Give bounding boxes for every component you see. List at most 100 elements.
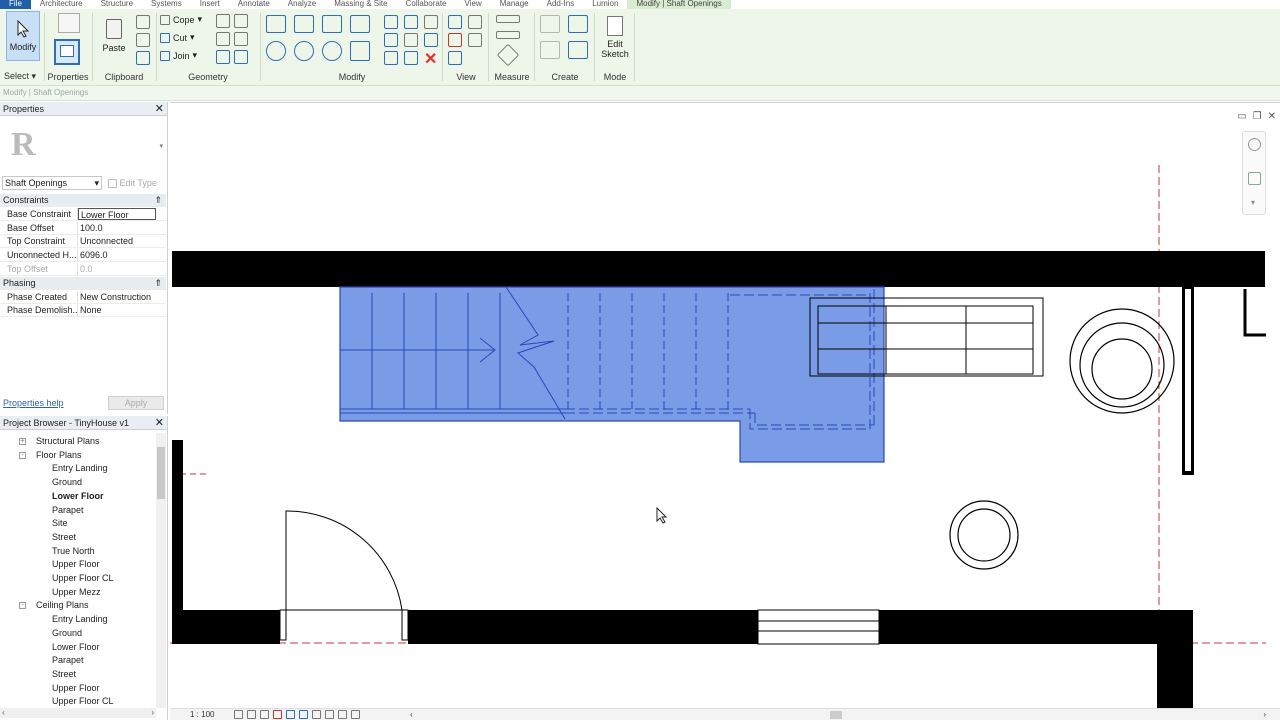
trim-extend-icon[interactable] — [350, 41, 370, 61]
collapse-icon[interactable]: - — [19, 602, 26, 610]
override-graphics-icon[interactable] — [468, 15, 482, 29]
close-view-icon[interactable]: ✕ — [1268, 111, 1276, 122]
bottom-wall-segment-1[interactable] — [172, 610, 280, 644]
drawing-area[interactable]: ▭ ❐ ✕ ▾ — [170, 102, 1280, 709]
split-gap-icon[interactable] — [404, 15, 418, 29]
split-face-icon[interactable] — [234, 14, 248, 28]
visual-style-icon[interactable] — [247, 710, 256, 719]
browser-vertical-scrollbar[interactable] — [156, 433, 166, 708]
beam-join-icon[interactable] — [216, 50, 230, 64]
type-selector[interactable]: R ▾ — [3, 120, 165, 176]
rotate-icon[interactable] — [322, 41, 342, 61]
browser-item[interactable]: Ground — [52, 627, 82, 640]
tab-systems[interactable]: Systems — [142, 0, 191, 9]
create-assembly-icon[interactable] — [540, 15, 560, 33]
tab-architecture[interactable]: Architecture — [31, 0, 92, 9]
property-value[interactable]: Unconnected — [78, 235, 166, 247]
browser-item[interactable]: Upper Floor — [52, 558, 100, 571]
create-parts-icon[interactable] — [568, 15, 588, 33]
offset-icon[interactable] — [294, 15, 314, 33]
browser-item[interactable]: Ground — [52, 476, 82, 489]
collapse-icon[interactable]: - — [19, 451, 26, 459]
property-section-header[interactable]: Phasing ⇑ — [0, 276, 166, 290]
browser-item[interactable]: Lower Floor — [52, 641, 100, 654]
cut-clipboard-icon[interactable] — [136, 15, 150, 29]
tab-analyze[interactable]: Analyze — [279, 0, 325, 9]
tab-add-ins[interactable]: Add-Ins — [538, 0, 584, 9]
canvas-scroll-left-icon[interactable]: ‹ — [410, 709, 413, 720]
tab-file[interactable]: File — [0, 0, 31, 9]
property-value[interactable]: New Construction — [78, 291, 166, 303]
crop-view-icon[interactable] — [286, 710, 295, 719]
split-element-icon[interactable] — [384, 15, 398, 29]
browser-item[interactable]: Street — [52, 531, 76, 544]
scale-icon[interactable] — [404, 33, 418, 47]
round-fixture-small[interactable] — [949, 500, 1019, 570]
remove-paint-icon[interactable] — [234, 50, 248, 64]
properties-help-link[interactable]: Properties help — [3, 398, 64, 408]
browser-item[interactable]: Site — [52, 517, 68, 530]
create-group-icon[interactable] — [540, 41, 560, 59]
right-lower-wall[interactable] — [1157, 610, 1193, 709]
top-wall[interactable] — [172, 251, 1265, 287]
scroll-left-icon[interactable]: ‹ — [2, 708, 5, 717]
cope-button[interactable]: Cope ▾ — [160, 14, 202, 25]
bottom-wall-segment-3[interactable] — [879, 610, 1193, 644]
array-icon[interactable] — [384, 33, 398, 47]
sun-path-icon[interactable] — [260, 710, 269, 719]
detail-level-icon[interactable] — [234, 710, 243, 719]
window[interactable] — [757, 609, 880, 645]
round-fixture-large[interactable] — [1069, 308, 1175, 414]
close-icon[interactable]: ✕ — [155, 103, 164, 114]
highlight-displacement-icon[interactable] — [351, 710, 360, 719]
property-value[interactable]: None — [78, 304, 166, 316]
collapse-icon[interactable]: ⇑ — [154, 194, 162, 207]
browser-item[interactable]: Entry Landing — [52, 462, 108, 475]
cut-button[interactable]: Cut ▾ — [160, 32, 195, 43]
shaft-opening-selected[interactable] — [339, 286, 885, 463]
type-properties-icon[interactable] — [58, 13, 80, 33]
paint-icon[interactable] — [216, 32, 230, 46]
tag-icon[interactable] — [448, 51, 462, 65]
match-type-icon[interactable] — [136, 51, 150, 65]
minimize-icon[interactable]: ▭ — [1237, 111, 1246, 122]
browser-item[interactable]: Ceiling Plans — [36, 599, 89, 612]
expand-icon[interactable]: + — [19, 438, 26, 445]
zoom-icon[interactable] — [1248, 172, 1261, 185]
temporary-hide-icon[interactable] — [312, 710, 321, 719]
show-crop-icon[interactable] — [299, 710, 308, 719]
browser-item[interactable]: Upper Floor CL — [52, 695, 114, 708]
browser-item[interactable]: Parapet — [52, 504, 84, 517]
delete-icon[interactable]: ✕ — [424, 49, 437, 69]
join-button[interactable]: Join ▾ — [160, 50, 197, 61]
linework-icon[interactable] — [448, 33, 462, 47]
apply-button[interactable]: Apply — [108, 396, 164, 410]
select-dropdown[interactable]: Select ▾ — [0, 71, 44, 82]
scroll-thumb[interactable] — [157, 447, 165, 499]
property-value[interactable]: 100.0 — [78, 222, 166, 234]
tab-collaborate[interactable]: Collaborate — [397, 0, 456, 9]
copy-icon[interactable] — [294, 41, 314, 61]
create-similar-icon[interactable] — [568, 41, 588, 59]
browser-item[interactable]: Floor Plans — [36, 449, 82, 462]
scroll-right-icon[interactable]: › — [151, 708, 154, 717]
canvas-scroll-right-icon[interactable]: › — [1263, 709, 1266, 720]
view-scale[interactable]: 1 : 100 — [190, 709, 214, 720]
browser-horizontal-scrollbar[interactable]: ‹ › — [0, 708, 156, 718]
properties-button-icon[interactable] — [54, 39, 80, 65]
modify-button[interactable]: Modify — [6, 11, 40, 61]
align-icon[interactable] — [266, 15, 286, 33]
instance-filter-dropdown[interactable]: Shaft Openings ▾ — [2, 176, 102, 190]
browser-item[interactable]: Entry Landing — [52, 613, 108, 626]
close-icon[interactable]: ✕ — [155, 417, 164, 428]
mirror-axis-icon[interactable] — [322, 15, 342, 33]
tab-structure[interactable]: Structure — [92, 0, 142, 9]
measure-elements-icon[interactable] — [496, 31, 520, 39]
left-wall[interactable] — [172, 440, 183, 610]
restore-icon[interactable]: ❐ — [1253, 111, 1262, 122]
collapse-icon[interactable]: ⇑ — [154, 277, 162, 290]
tab-insert[interactable]: Insert — [191, 0, 229, 9]
browser-item[interactable]: Upper Mezz — [52, 586, 101, 599]
analytical-model-icon[interactable] — [338, 710, 347, 719]
move-icon[interactable] — [266, 41, 286, 61]
